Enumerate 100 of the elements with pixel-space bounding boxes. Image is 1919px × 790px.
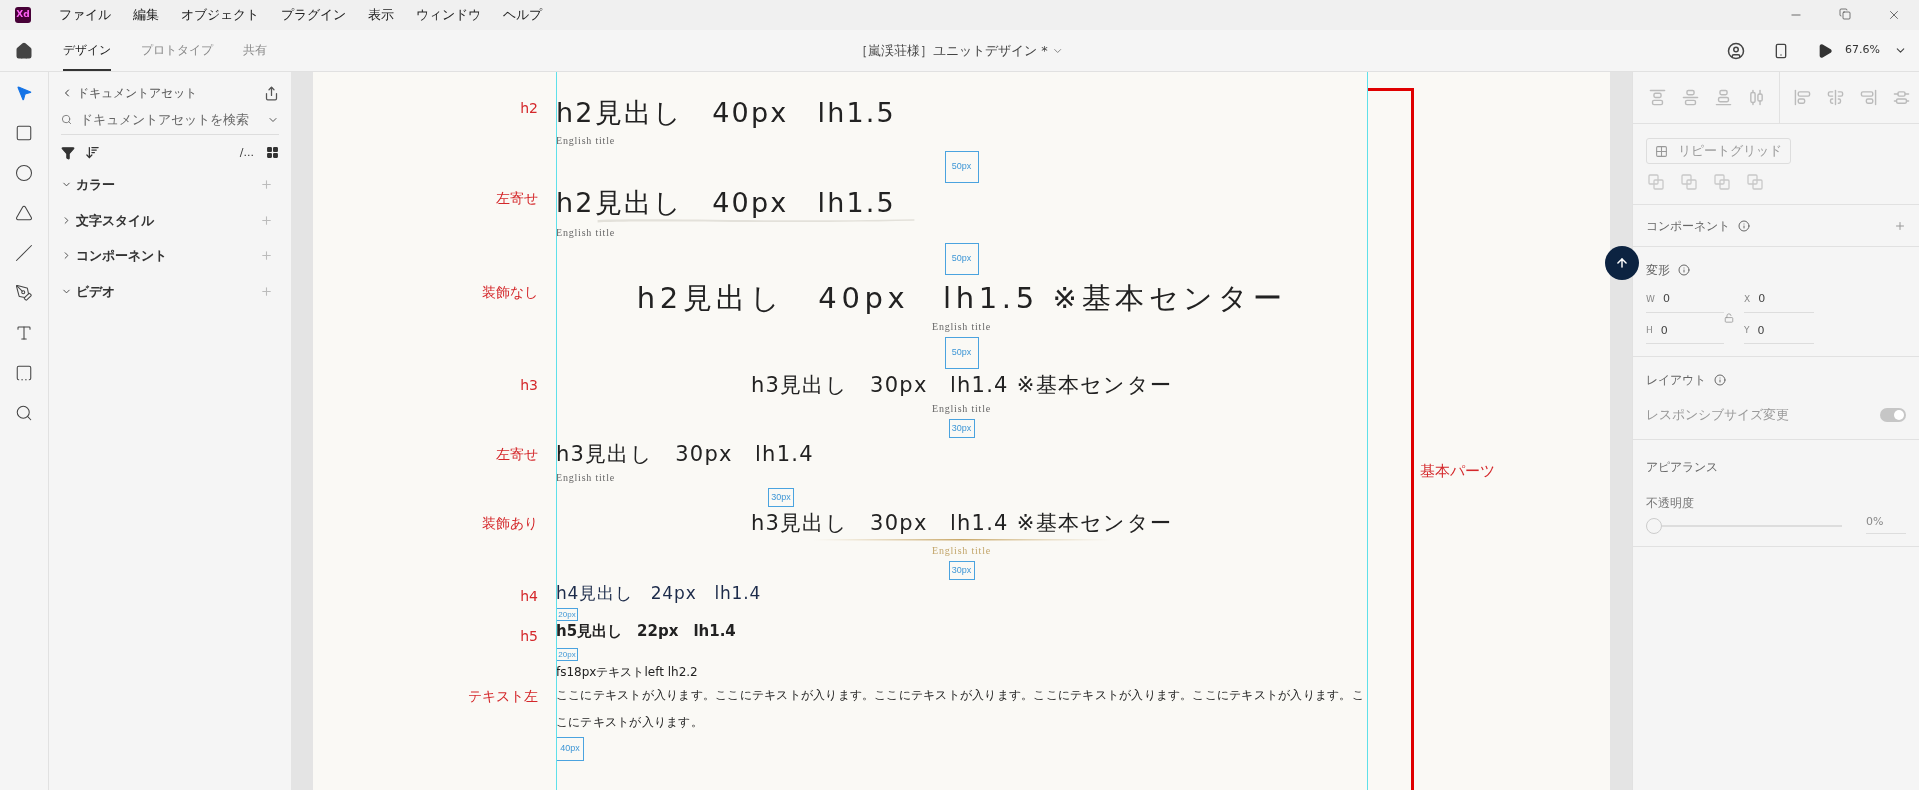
field-value: 0 — [1758, 291, 1766, 307]
subtract-icon[interactable] — [1681, 174, 1697, 190]
ellipse-icon[interactable] — [15, 164, 33, 182]
field-label: H — [1646, 324, 1653, 337]
annotation-label: テキスト左 — [468, 687, 538, 706]
menu-item[interactable]: ヘルプ — [503, 5, 542, 25]
union-icon[interactable] — [1648, 174, 1664, 190]
menu-item[interactable]: プラグイン — [281, 5, 346, 25]
dimension-field[interactable]: Y 0 — [1744, 322, 1814, 344]
info-icon[interactable] — [1678, 264, 1690, 276]
asset-section[interactable]: 文字スタイル — [76, 210, 154, 230]
align-center-icon[interactable] — [1827, 89, 1844, 106]
heading-text: h2見出し 40px lh1.5 — [556, 186, 896, 220]
slider-thumb[interactable] — [1646, 517, 1662, 534]
intersect-icon[interactable] — [1714, 174, 1730, 190]
lock-icon[interactable] — [1724, 312, 1734, 323]
artboard-icon[interactable] — [15, 364, 33, 382]
arrow-up-icon — [1615, 256, 1629, 270]
field-label: Y — [1744, 324, 1750, 337]
annotation-label: h2 — [520, 99, 538, 118]
body-text: ここにテキストが入ります。ここにテキストが入ります。ここにテキストが入ります。ここにテキストが入ります。ここにテキストが入ります。ここにテキストが入ります。 — [556, 687, 1365, 731]
field-label: X — [1744, 292, 1751, 306]
heading-text: h3見出し 30px lh1.4 ※基本センター — [750, 372, 1173, 399]
english-title: English title — [556, 134, 615, 148]
restore-icon[interactable] — [1839, 8, 1851, 20]
spacing-marker: 30px — [768, 488, 794, 507]
annotation-label: h3 — [520, 376, 538, 395]
search-icon — [61, 114, 72, 126]
dimension-field[interactable]: W 0 — [1646, 291, 1724, 313]
align-right-icon[interactable] — [1860, 89, 1877, 106]
menu-item[interactable]: ウィンドウ — [416, 5, 481, 25]
spacing-marker: 50px — [944, 151, 979, 183]
info-icon[interactable] — [1738, 219, 1750, 232]
annotation-label: 左寄せ — [496, 189, 538, 208]
zoom-level[interactable]: 67.6% — [1845, 42, 1880, 59]
close-icon[interactable] — [1887, 8, 1901, 22]
field-value: 0 — [1660, 322, 1668, 339]
align-left-icon[interactable] — [1794, 89, 1811, 106]
english-title: English title — [932, 544, 991, 558]
english-title: English title — [556, 471, 615, 485]
chevron-right-icon[interactable] — [61, 250, 72, 262]
filter-icon[interactable] — [61, 145, 75, 160]
section-title: レイアウト — [1646, 372, 1706, 389]
exclude-icon[interactable] — [1747, 174, 1763, 190]
body-text: fs18pxテキストleft lh2.2 — [556, 664, 698, 681]
align-bottom-icon[interactable] — [1715, 89, 1732, 106]
line-icon[interactable] — [15, 244, 33, 262]
english-title: English title — [932, 402, 991, 416]
toggle-label: レスポンシブサイズ変更 — [1646, 406, 1789, 424]
info-icon[interactable] — [1714, 374, 1726, 386]
menu-item[interactable]: 編集 — [133, 5, 159, 25]
add-icon[interactable] — [260, 213, 273, 227]
asset-section[interactable]: ビデオ — [76, 281, 115, 301]
path-label[interactable]: /... — [239, 144, 254, 161]
menu-item[interactable]: ファイル — [59, 5, 111, 25]
scroll-top-button[interactable] — [1605, 246, 1639, 280]
dimension-field[interactable]: X 0 — [1744, 291, 1814, 313]
align-top-icon[interactable] — [1649, 89, 1666, 106]
dimension-field[interactable]: H 0 — [1646, 322, 1724, 344]
slider-label: 不透明度 — [1646, 495, 1694, 510]
annotation-label: h5 — [520, 627, 538, 646]
align-middle-icon[interactable] — [1682, 89, 1699, 106]
english-title: English title — [556, 226, 615, 240]
heading-text: h4見出し 24px lh1.4 — [556, 582, 762, 604]
spacing-marker: 50px — [944, 243, 979, 275]
group-label: 基本パーツ — [1420, 461, 1495, 480]
pen-icon[interactable] — [15, 284, 33, 302]
app-logo: Xd — [15, 7, 31, 23]
add-icon[interactable] — [1894, 219, 1906, 232]
asset-section[interactable]: カラー — [76, 175, 115, 195]
add-icon[interactable] — [260, 178, 273, 192]
heading-text: h5見出し 22px lh1.4 — [556, 622, 736, 641]
section-title: 変形 — [1646, 262, 1670, 279]
field-label: W — [1646, 292, 1655, 306]
section-title: アピアランス — [1646, 459, 1718, 474]
export-icon[interactable] — [264, 85, 279, 101]
add-icon[interactable] — [260, 249, 273, 263]
grid-icon — [1655, 144, 1668, 158]
zoom-icon[interactable] — [15, 404, 33, 422]
asset-search-field[interactable]: ドキュメントアセットを検索 — [80, 110, 259, 130]
triangle-icon[interactable] — [15, 204, 33, 222]
distribute-icon[interactable] — [1893, 89, 1910, 106]
text-icon[interactable] — [15, 324, 33, 342]
panel-title: ドキュメントアセット — [77, 85, 197, 102]
sort-icon[interactable] — [85, 145, 100, 161]
play-icon[interactable] — [1817, 42, 1834, 59]
rectangle-icon[interactable] — [15, 124, 33, 142]
grid-view-icon[interactable] — [266, 146, 279, 160]
pointer-icon[interactable] — [15, 84, 33, 102]
spacing-marker: 50px — [944, 337, 979, 369]
heading-text: h2見出し 40px lh1.5 ※基本センター — [636, 280, 1287, 317]
add-icon[interactable] — [260, 284, 273, 298]
menu-item[interactable]: 表示 — [368, 5, 394, 25]
distribute-icon[interactable] — [1748, 89, 1765, 106]
user-icon[interactable] — [1727, 41, 1746, 60]
field-value: 0 — [1757, 322, 1765, 339]
home-icon[interactable] — [15, 41, 33, 60]
menu-item[interactable]: オブジェクト — [181, 5, 259, 25]
mode-tab[interactable]: プロトタイプ — [141, 30, 213, 71]
asset-section[interactable]: コンポーネント — [76, 246, 167, 266]
